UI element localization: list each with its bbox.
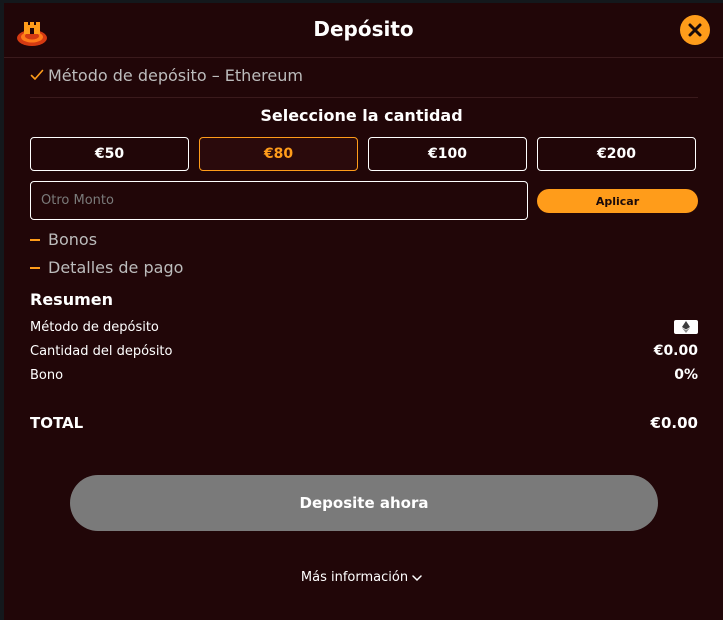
dash-icon — [30, 266, 40, 269]
other-amount-input[interactable] — [30, 181, 528, 220]
more-info-link[interactable]: Más información — [0, 570, 723, 585]
chevron-down-icon — [412, 574, 422, 581]
deposit-method-row[interactable]: Método de depósito – Ethereum — [30, 64, 698, 98]
amount-button-200[interactable]: €200 — [537, 137, 696, 171]
amount-button-100[interactable]: €100 — [368, 137, 527, 171]
summary-amount-row: Cantidad del depósito €0.00 — [30, 341, 698, 361]
summary-amount-value: €0.00 — [653, 343, 698, 359]
payment-details-toggle[interactable]: Detalles de pago — [30, 258, 183, 277]
total-label: TOTAL — [30, 414, 84, 432]
check-icon — [30, 69, 44, 80]
amount-section-title: Seleccione la cantidad — [260, 106, 463, 125]
summary-title: Resumen — [30, 290, 113, 309]
summary-bonus-row: Bono 0% — [30, 365, 698, 385]
deposit-method-label: Método de depósito – Ethereum — [48, 66, 303, 85]
modal-header: Depósito — [4, 3, 723, 58]
apply-button[interactable]: Aplicar — [537, 189, 698, 213]
amount-button-50[interactable]: €50 — [30, 137, 189, 171]
summary-bonus-label: Bono — [30, 367, 64, 383]
bonus-toggle[interactable]: Bonos — [30, 230, 97, 249]
window-left-edge — [0, 0, 4, 620]
ethereum-icon — [674, 320, 698, 334]
summary-bonus-value: 0% — [674, 367, 698, 383]
more-info-label: Más información — [300, 570, 409, 585]
summary-method-row: Método de depósito — [30, 317, 698, 337]
close-icon — [688, 23, 702, 37]
summary-amount-label: Cantidad del depósito — [30, 343, 173, 359]
summary-method-label: Método de depósito — [30, 319, 159, 335]
bonus-label: Bonos — [48, 230, 98, 249]
deposit-now-button[interactable]: Deposite ahora — [70, 475, 658, 531]
total-value: €0.00 — [650, 414, 698, 432]
summary-total-row: TOTAL €0.00 — [30, 414, 698, 432]
modal-title: Depósito — [313, 17, 414, 41]
close-button[interactable] — [680, 15, 710, 45]
amount-button-80[interactable]: €80 — [199, 137, 358, 171]
payment-details-label: Detalles de pago — [48, 258, 184, 277]
dash-icon — [30, 238, 40, 241]
